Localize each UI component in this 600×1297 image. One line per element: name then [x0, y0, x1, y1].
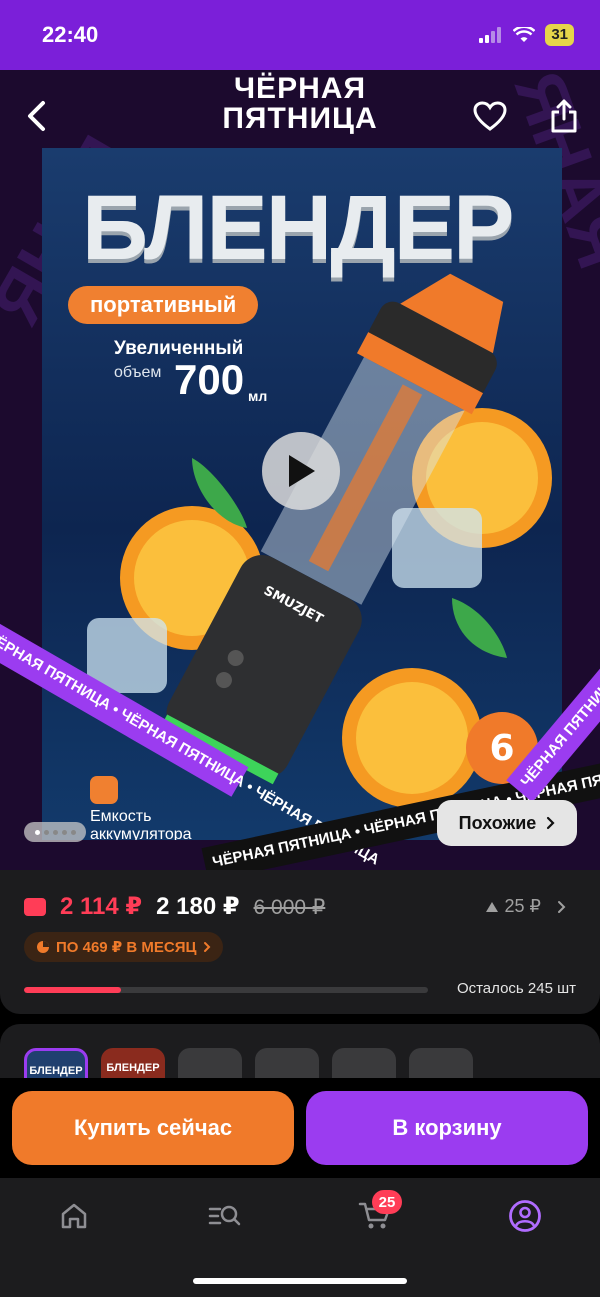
- wifi-icon: [513, 27, 536, 42]
- tab-home[interactable]: [52, 1196, 96, 1236]
- gallery-dot: [43, 829, 49, 835]
- gallery-dot: [70, 829, 76, 835]
- current-price: 2 180 ₽: [156, 893, 240, 920]
- gallery-dot: [52, 829, 58, 835]
- action-bar: Купить сейчас В корзину: [0, 1078, 600, 1178]
- tab-catalog[interactable]: [203, 1196, 247, 1236]
- price-change: 25 ₽: [504, 896, 541, 916]
- home-indicator[interactable]: [193, 1278, 407, 1284]
- status-time: 22:40: [42, 22, 99, 47]
- installment-label: ПО 469 ₽ В МЕСЯЦ: [56, 939, 197, 956]
- status-icons: 31: [479, 24, 574, 46]
- campaign-logo: ЧЁРНАЯ ПЯТНИЦА: [180, 74, 420, 134]
- variant-thumbnail-label: БЛЕНДЕР: [29, 1065, 83, 1077]
- card-price: 2 114 ₽: [60, 893, 143, 920]
- old-price: 6 000 ₽: [253, 896, 326, 919]
- back-button[interactable]: [14, 94, 58, 138]
- chevron-right-icon: [203, 942, 210, 952]
- chevron-left-icon: [28, 101, 45, 131]
- profile-icon: [509, 1200, 541, 1232]
- gallery-pagination[interactable]: [24, 822, 86, 842]
- tab-bar: 25: [0, 1178, 600, 1297]
- play-video-button[interactable]: [262, 432, 340, 510]
- wallet-icon: [24, 897, 46, 916]
- stock-left: Осталось 245 шт: [456, 980, 576, 997]
- favorite-button[interactable]: [468, 94, 512, 138]
- stock-progress-bar: [24, 987, 428, 993]
- campaign-logo-line2: ПЯТНИЦА: [222, 102, 378, 135]
- installment-button[interactable]: ПО 469 ₽ В МЕСЯЦ: [24, 932, 223, 962]
- share-icon: [551, 99, 577, 133]
- triangle-up-icon: [485, 901, 498, 912]
- tab-profile[interactable]: [503, 1196, 547, 1236]
- capacity-label-line1: Емкость: [90, 808, 152, 825]
- gallery-dot: [34, 829, 40, 835]
- gallery-dot: [61, 829, 67, 835]
- cart-count-badge: 25: [372, 1190, 402, 1214]
- heart-icon: [473, 101, 507, 131]
- catalog-search-icon: [208, 1205, 241, 1226]
- battery-icon: 31: [545, 24, 574, 46]
- price-card: 2 114 ₽ 2 180 ₽ 6 000 ₽ 25 ₽ ПО 469 ₽ В …: [0, 870, 600, 1014]
- similar-products-label: Похожие: [458, 812, 537, 833]
- signal-icon: [479, 27, 502, 43]
- pie-chart-icon: [37, 941, 49, 953]
- warranty-value: 6: [489, 728, 514, 769]
- variant-thumbnail-label: БЛЕНДЕР: [106, 1062, 160, 1074]
- chevron-right-icon: [547, 816, 555, 830]
- lightning-icon: [90, 776, 118, 804]
- share-button[interactable]: [542, 94, 586, 138]
- product-hero[interactable]: ЯНАЯ ЯНАЯ ЧЁРНАЯ ПЯТНИЦА БЛЕНДЕР портати…: [0, 70, 600, 870]
- buy-now-button[interactable]: Купить сейчас: [12, 1091, 294, 1165]
- capacity-value: 6000: [84, 838, 177, 840]
- status-bar: 22:40 31: [0, 0, 600, 70]
- campaign-logo-line1: ЧЁРНАЯ: [233, 72, 367, 105]
- home-icon: [61, 1203, 87, 1229]
- add-to-cart-button[interactable]: В корзину: [306, 1091, 588, 1165]
- capacity-label: Емкость аккумулятора: [90, 808, 192, 840]
- play-icon: [289, 455, 315, 487]
- price-row: 2 114 ₽ 2 180 ₽ 6 000 ₽: [24, 892, 325, 921]
- price-change-button[interactable]: 25 ₽: [485, 896, 566, 917]
- stock-progress-fill: [24, 987, 121, 993]
- chevron-right-icon: [558, 900, 566, 913]
- similar-products-button[interactable]: Похожие: [437, 800, 577, 846]
